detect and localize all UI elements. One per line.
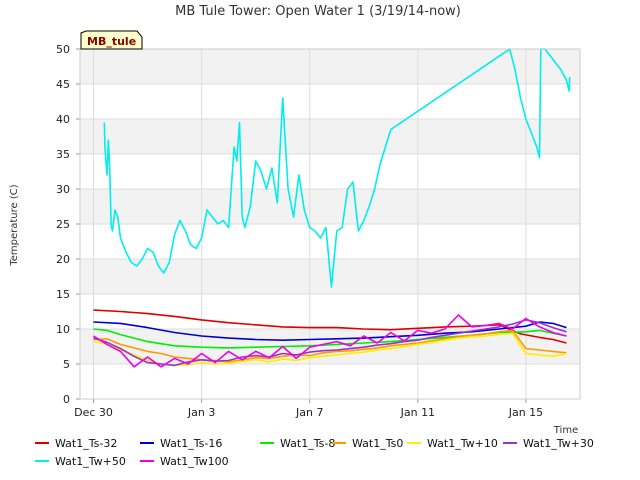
legend-label-wat1-tw-30: Wat1_Tw+30 bbox=[523, 437, 594, 450]
y-tick-label: 50 bbox=[56, 43, 70, 56]
y-tick-label: 30 bbox=[56, 183, 70, 196]
y-tick-label: 5 bbox=[63, 358, 70, 371]
legend-label-wat1-ts0: Wat1_Ts0 bbox=[352, 437, 403, 450]
legend-label-wat1-tw-50: Wat1_Tw+50 bbox=[55, 455, 126, 468]
y-tick-label: 20 bbox=[56, 253, 70, 266]
y-tick-label: 10 bbox=[56, 323, 70, 336]
x-tick-label: Jan 3 bbox=[187, 406, 215, 419]
x-axis-title: Time bbox=[553, 425, 578, 436]
plot-band bbox=[80, 49, 580, 84]
legend: Wat1_Ts-32 Wat1_Ts-16 Wat1_Ts-8 Wat1_Ts0 Wat… bbox=[35, 437, 594, 468]
y-tick-label: 0 bbox=[63, 393, 70, 406]
x-tick-label: Dec 30 bbox=[74, 406, 113, 419]
legend-label-wat1-ts-16: Wat1_Ts-16 bbox=[160, 437, 222, 450]
y-tick-label: 45 bbox=[56, 78, 70, 91]
plot-band bbox=[80, 189, 580, 224]
site-badge-label: MB_tule bbox=[87, 35, 136, 48]
chart-title: MB Tule Tower: Open Water 1 (3/19/14-now… bbox=[175, 4, 461, 19]
legend-label-wat1-tw100: Wat1_Tw100 bbox=[160, 455, 229, 468]
legend-label-wat1-ts-8: Wat1_Ts-8 bbox=[280, 437, 335, 450]
legend-label-wat1-tw-10: Wat1_Tw+10 bbox=[427, 437, 498, 450]
y-tick-label: 40 bbox=[56, 113, 70, 126]
x-tick-label: Jan 11 bbox=[400, 406, 435, 419]
legend-label-wat1-ts-32: Wat1_Ts-32 bbox=[55, 437, 117, 450]
y-tick-label: 25 bbox=[56, 218, 70, 231]
x-tick-label: Jan 15 bbox=[508, 406, 543, 419]
y-tick-label: 15 bbox=[56, 288, 70, 301]
plot-band bbox=[80, 119, 580, 154]
chart: 0 5 10 15 20 25 30 35 40 45 50 Dec 30 Jan 3 Jan 7 Jan … bbox=[9, 4, 594, 468]
y-axis-title: Temperature (C) bbox=[9, 184, 20, 266]
y-tick-label: 35 bbox=[56, 148, 70, 161]
x-tick-label: Jan 7 bbox=[295, 406, 323, 419]
site-badge: MB_tule bbox=[80, 30, 143, 50]
